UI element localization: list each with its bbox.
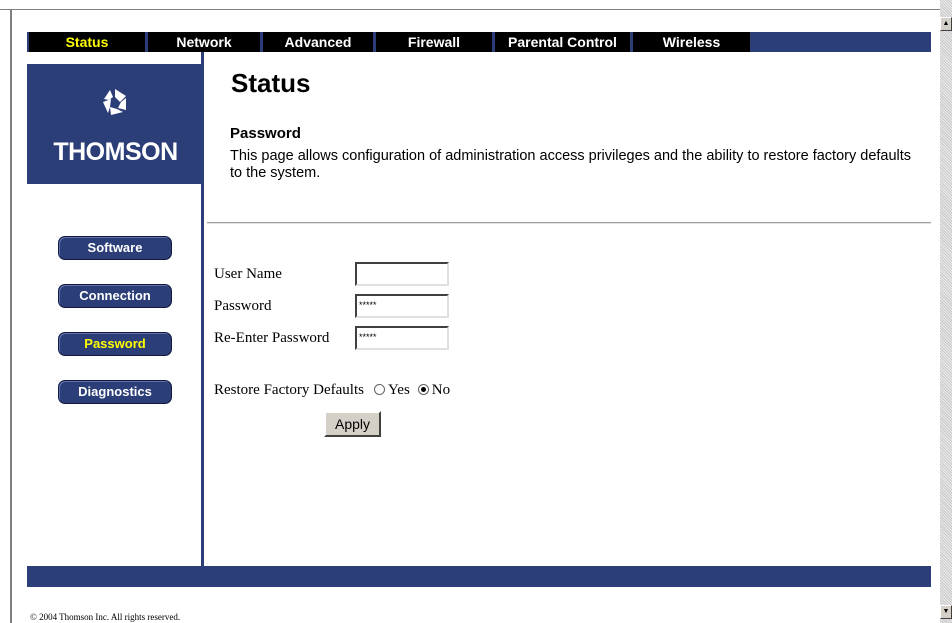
apply-button[interactable]: Apply	[324, 411, 381, 437]
top-nav: Status Network Advanced Firewall Parenta…	[27, 32, 931, 52]
password-label: Password	[214, 298, 272, 314]
sidebar-item-password[interactable]: Password	[58, 332, 172, 356]
copyright-footer: © 2004 Thomson Inc. All rights reserved.	[30, 612, 181, 622]
sidebar-item-connection[interactable]: Connection	[58, 284, 172, 308]
nav-tab-network[interactable]: Network	[148, 32, 260, 52]
restore-defaults-row: Restore Factory Defaults Yes No	[214, 382, 450, 399]
browser-frame-left	[10, 10, 12, 623]
restore-defaults-label: Restore Factory Defaults	[214, 382, 364, 398]
restore-no-radio[interactable]	[417, 384, 429, 395]
divider	[207, 222, 931, 224]
sidebar-item-diagnostics[interactable]: Diagnostics	[58, 380, 172, 404]
scroll-up-icon[interactable]: ▲	[940, 17, 952, 31]
restore-yes-radio[interactable]	[373, 384, 385, 395]
username-label: User Name	[214, 266, 282, 282]
bottom-bar	[27, 566, 931, 587]
sidebar-item-software[interactable]: Software	[58, 236, 172, 260]
nav-tab-firewall[interactable]: Firewall	[376, 32, 492, 52]
brand-name: THOMSON	[53, 138, 178, 166]
brand-logo: THOMSON	[27, 64, 204, 184]
nav-tab-status[interactable]: Status	[29, 32, 145, 52]
thomson-logo-icon	[103, 89, 126, 115]
password-input[interactable]: *****	[355, 294, 449, 318]
section-title: Password	[230, 125, 301, 142]
restore-no-label: No	[431, 382, 451, 398]
nav-tab-advanced[interactable]: Advanced	[263, 32, 373, 52]
nav-tab-wireless[interactable]: Wireless	[633, 32, 750, 52]
restore-yes-label: Yes	[387, 382, 410, 398]
section-description: This page allows configuration of admini…	[230, 148, 912, 181]
nav-tab-parental-control[interactable]: Parental Control	[495, 32, 630, 52]
main-content: Status Password This page allows configu…	[207, 52, 931, 566]
username-input[interactable]	[355, 262, 449, 286]
scroll-down-icon[interactable]: ▼	[940, 605, 952, 619]
browser-frame-top	[0, 0, 940, 10]
reenter-password-label: Re-Enter Password	[214, 330, 330, 346]
vertical-scrollbar[interactable]: ▲ ▼	[940, 0, 952, 623]
page-title: Status	[231, 68, 311, 98]
reenter-password-input[interactable]: *****	[355, 326, 449, 350]
sidebar: THOMSON Software Connection Password Dia…	[27, 52, 204, 566]
